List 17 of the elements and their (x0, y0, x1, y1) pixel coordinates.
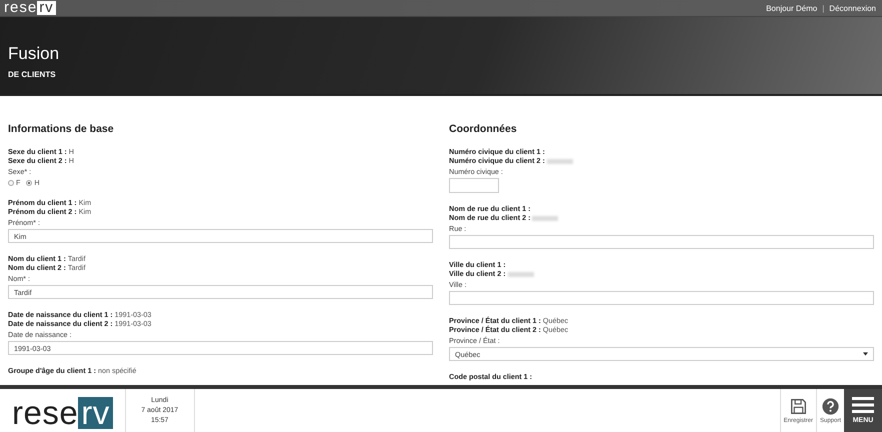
input-field[interactable] (449, 291, 874, 305)
greeting-link[interactable]: Bonjour Démo (766, 4, 818, 12)
caret-icon (863, 352, 868, 356)
reserv-logo[interactable]: rese rv (4, 1, 56, 15)
page-subtitle: DE CLIENTS (8, 70, 57, 79)
page-title: Fusion (8, 44, 60, 64)
logout-link[interactable]: Déconnexion (829, 4, 876, 12)
menu-icon (852, 397, 874, 413)
section-title: Informations de base (8, 123, 115, 135)
radio-icon[interactable] (8, 180, 14, 186)
help-icon (822, 398, 839, 414)
section-title: Coordonnées (449, 123, 518, 135)
input-field[interactable] (449, 178, 499, 193)
reserv-logo: rese rv (0, 389, 123, 432)
radio-icon[interactable] (26, 180, 32, 186)
separator: | (822, 4, 824, 12)
input-field[interactable] (449, 235, 874, 249)
